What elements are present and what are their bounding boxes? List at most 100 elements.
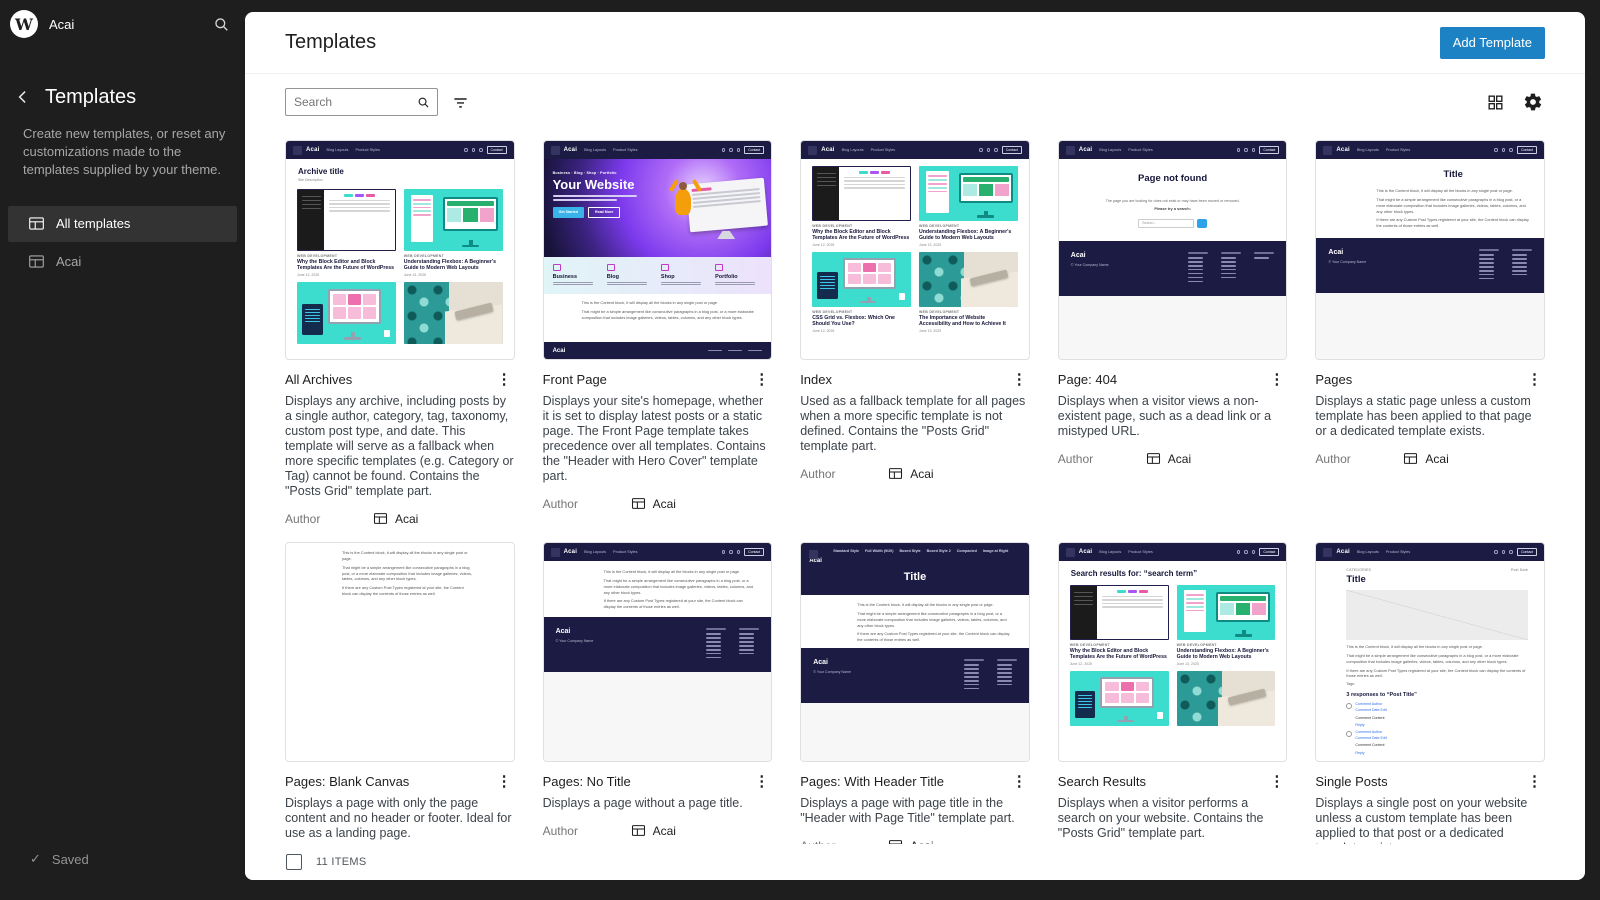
- back-chevron-icon[interactable]: [10, 84, 36, 110]
- actions-menu-icon[interactable]: ⋮: [1266, 774, 1287, 789]
- wordpress-logo-icon[interactable]: W: [10, 10, 38, 38]
- template-preview[interactable]: Acai Blog LayoutsProduct Styles Contact …: [543, 542, 773, 762]
- mini-site-footer: Acai© Your Company Name: [1059, 241, 1287, 296]
- template-title[interactable]: All Archives: [285, 372, 494, 387]
- template-author-row: Author Acai: [1315, 451, 1545, 466]
- template-title[interactable]: Page: 404: [1058, 372, 1267, 387]
- mini-page-body: This is the Content block, it will displ…: [544, 561, 772, 617]
- filter-icon[interactable]: [448, 90, 473, 115]
- mini-featured-image: [1346, 590, 1528, 640]
- template-description: Displays your site's homepage, whether i…: [543, 394, 773, 484]
- template-card[interactable]: Acai Blog LayoutsProduct Styles Contact …: [1058, 542, 1288, 880]
- mini-post-content: This is the Content block, it will displ…: [1316, 644, 1544, 682]
- actions-menu-icon[interactable]: ⋮: [494, 774, 515, 789]
- template-description: Displays a page without a page title.: [543, 796, 773, 811]
- template-preview[interactable]: This is the Content block, it will displ…: [285, 542, 515, 762]
- mini-post: [297, 282, 396, 344]
- template-icon: [1403, 451, 1418, 466]
- template-author-row: Author Acai: [285, 511, 515, 526]
- template-icon: [888, 466, 903, 481]
- mini-post: WEB DEVELOPMENTWhy the Block Editor and …: [297, 189, 396, 277]
- template-icon: [28, 253, 45, 270]
- page-title: Templates: [285, 31, 376, 54]
- template-preview[interactable]: Acai Blog LayoutsProduct Styles Contact …: [285, 140, 515, 360]
- saved-status[interactable]: ✓ Saved: [30, 851, 89, 867]
- template-preview[interactable]: Acai Blog LayoutsProduct Styles Contact …: [1315, 542, 1545, 762]
- template-preview[interactable]: Acai Blog LayoutsProduct Styles Contact …: [800, 140, 1030, 360]
- mini-site-header: Acai Blog LayoutsProduct Styles Contact: [1059, 141, 1287, 159]
- actions-menu-icon[interactable]: ⋮: [1524, 774, 1545, 789]
- template-card[interactable]: Acai Blog LayoutsProduct Styles Contact …: [1315, 542, 1545, 880]
- template-description: Displays any archive, including posts by…: [285, 394, 515, 499]
- mini-post: [404, 282, 503, 344]
- template-card[interactable]: Acai Blog LayoutsProduct Styles Contact …: [1058, 140, 1288, 516]
- template-preview[interactable]: Standard StyleFull Width (9/20)Boxed Sty…: [800, 542, 1030, 762]
- mini-site-footer: Acai© Your Company Name: [544, 617, 772, 672]
- add-template-button[interactable]: Add Template: [1440, 27, 1545, 59]
- sidebar-item-acai[interactable]: Acai: [8, 244, 237, 280]
- actions-menu-icon[interactable]: ⋮: [1009, 774, 1030, 789]
- template-description: Displays a page with only the page conte…: [285, 796, 515, 841]
- template-description: Displays a page with page title in the "…: [800, 796, 1030, 826]
- sidebar-item-all-templates[interactable]: All templates: [8, 206, 237, 242]
- template-card[interactable]: Acai Blog LayoutsProduct Styles Contact …: [800, 140, 1030, 516]
- mini-category-row: Business Blog Shop Portfolio: [544, 257, 772, 294]
- settings-gear-icon[interactable]: [1521, 90, 1545, 114]
- actions-menu-icon[interactable]: ⋮: [494, 372, 515, 387]
- template-title[interactable]: Pages: No Title: [543, 774, 752, 789]
- mini-site-header: Acai Blog LayoutsProduct Styles Contact: [544, 141, 772, 159]
- template-icon: [631, 496, 646, 511]
- template-card[interactable]: Acai Blog LayoutsProduct Styles Contact …: [285, 140, 515, 516]
- search-icon[interactable]: [212, 15, 231, 34]
- grid-view-icon[interactable]: [1484, 91, 1507, 114]
- template-author-row: Author Acai: [1058, 451, 1288, 466]
- search-input[interactable]: [294, 95, 416, 109]
- mini-post-meta: CATEGORIESPost Date: [1316, 561, 1544, 572]
- template-card[interactable]: This is the Content block, it will displ…: [285, 542, 515, 880]
- template-description: Displays a static page unless a custom t…: [1315, 394, 1545, 439]
- mini-page-body: This is the Content block, it will displ…: [801, 595, 1029, 648]
- mini-post: WEB DEVELOPMENTCSS Grid vs. Flexbox: Whi…: [812, 252, 911, 333]
- mini-post: WEB DEVELOPMENTThe Importance of Website…: [919, 252, 1018, 333]
- mini-post: WEB DEVELOPMENTUnderstanding Flexbox: A …: [1177, 585, 1276, 666]
- template-title[interactable]: Pages: Blank Canvas: [285, 774, 494, 789]
- mini-site-footer: Acai© Your Company Name: [1316, 238, 1544, 293]
- actions-menu-icon[interactable]: ⋮: [751, 774, 772, 789]
- template-preview[interactable]: Acai Blog LayoutsProduct Styles Contact …: [1058, 542, 1288, 762]
- mini-hero: Business · Blog · Shop · Portfolio Your …: [544, 159, 772, 257]
- template-title[interactable]: Pages: With Header Title: [800, 774, 1009, 789]
- actions-menu-icon[interactable]: ⋮: [751, 372, 772, 387]
- template-card[interactable]: Acai Blog LayoutsProduct Styles Contact …: [543, 542, 773, 880]
- panel-header: Templates Add Template: [245, 12, 1585, 74]
- template-description: Displays when a visitor views a non-exis…: [1058, 394, 1288, 439]
- template-title[interactable]: Pages: [1315, 372, 1524, 387]
- template-preview[interactable]: Acai Blog LayoutsProduct Styles Contact …: [543, 140, 773, 360]
- mini-site-header: Acai Blog LayoutsProduct Styles Contact: [1316, 543, 1544, 561]
- sidebar-title: Templates: [45, 86, 136, 109]
- mini-404-body: Page not found The page you are looking …: [1059, 159, 1287, 241]
- template-card[interactable]: Acai Blog LayoutsProduct Styles Contact …: [1315, 140, 1545, 516]
- select-all-checkbox[interactable]: [286, 854, 302, 870]
- template-preview[interactable]: Acai Blog LayoutsProduct Styles Contact …: [1315, 140, 1545, 360]
- template-title[interactable]: Single Posts: [1315, 774, 1524, 789]
- search-icon: [416, 95, 431, 110]
- admin-topbar: W Acai: [0, 0, 245, 48]
- actions-menu-icon[interactable]: ⋮: [1524, 372, 1545, 387]
- template-card[interactable]: Acai Blog LayoutsProduct Styles Contact …: [543, 140, 773, 516]
- template-title[interactable]: Search Results: [1058, 774, 1267, 789]
- template-card[interactable]: Standard StyleFull Width (9/20)Boxed Sty…: [800, 542, 1030, 880]
- actions-menu-icon[interactable]: ⋮: [1266, 372, 1287, 387]
- mini-page-body: Title This is the Content block, it will…: [1316, 159, 1544, 238]
- sidebar: Templates Create new templates, or reset…: [0, 48, 245, 282]
- mini-site-header: Standard StyleFull Width (9/20)Boxed Sty…: [801, 543, 1029, 595]
- search-box[interactable]: [285, 88, 438, 116]
- mini-comment: Comment AuthorComment Date EditComment C…: [1316, 700, 1544, 728]
- mini-post: WEB DEVELOPMENTUnderstanding Flexbox: A …: [919, 166, 1018, 247]
- actions-menu-icon[interactable]: ⋮: [1009, 372, 1030, 387]
- template-author-row: Author Acai: [800, 466, 1030, 481]
- template-preview[interactable]: Acai Blog LayoutsProduct Styles Contact …: [1058, 140, 1288, 360]
- template-title[interactable]: Front Page: [543, 372, 752, 387]
- template-title[interactable]: Index: [800, 372, 1009, 387]
- mini-site-header: Acai Blog LayoutsProduct Styles Contact: [286, 141, 514, 159]
- mini-site-header: Acai Blog LayoutsProduct Styles Contact: [1316, 141, 1544, 159]
